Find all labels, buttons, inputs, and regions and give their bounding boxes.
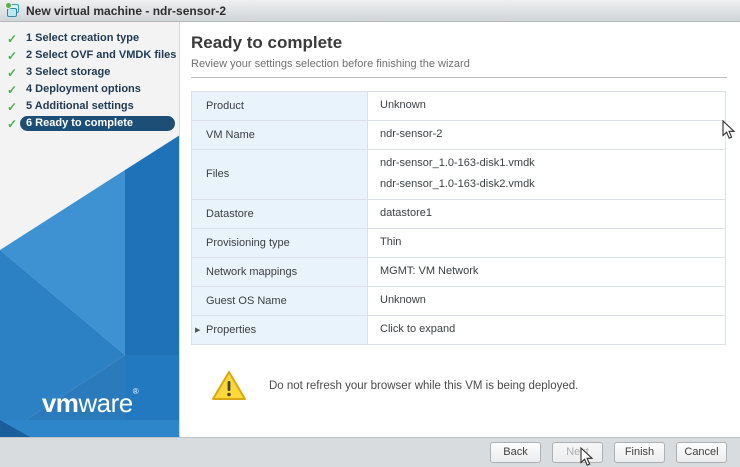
warning-icon bbox=[212, 371, 246, 400]
sidebar-step-6[interactable]: ✓ 6 Ready to complete bbox=[0, 115, 179, 132]
steps-list: ✓ 1 Select creation type ✓ 2 Select OVF and… bbox=[0, 22, 179, 132]
step-check-icon: ✓ bbox=[7, 48, 18, 63]
row-value: Unknown bbox=[380, 99, 426, 111]
table-row: Network mappings MGMT: VM Network bbox=[191, 257, 726, 287]
footer-bar: Back Next Finish Cancel bbox=[0, 437, 740, 467]
new-vm-wizard-window: New virtual machine - ndr-sensor-2 ✓ 1 Se… bbox=[0, 0, 740, 467]
vmware-logo-panel: vmware® bbox=[0, 132, 179, 437]
page-subtitle: Review your settings selection before fi… bbox=[191, 58, 470, 70]
page-title: Ready to complete bbox=[191, 33, 343, 52]
step-check-icon: ✓ bbox=[7, 99, 18, 114]
row-value-cell: ndr-sensor-2 bbox=[367, 120, 726, 150]
row-value-cell: Thin bbox=[367, 228, 726, 258]
row-value: ndr-sensor-2 bbox=[380, 128, 443, 140]
step-label: 3 Select storage bbox=[26, 66, 111, 78]
step-label: 6 Ready to complete bbox=[20, 116, 175, 131]
row-label-cell: Product bbox=[191, 91, 368, 121]
row-label-cell: Provisioning type bbox=[191, 228, 368, 258]
new-vm-icon bbox=[6, 2, 21, 18]
sidebar-step-5[interactable]: ✓ 5 Additional settings bbox=[0, 98, 179, 115]
back-button[interactable]: Back bbox=[490, 442, 541, 463]
row-label: Provisioning type bbox=[206, 236, 290, 249]
table-row: Product Unknown bbox=[191, 91, 726, 121]
table-row: Provisioning type Thin bbox=[191, 228, 726, 258]
table-row: VM Name ndr-sensor-2 bbox=[191, 120, 726, 150]
step-check-icon: ✓ bbox=[7, 65, 18, 80]
row-label: Datastore bbox=[206, 207, 254, 220]
row-value: MGMT: VM Network bbox=[380, 265, 479, 277]
row-label-cell: Network mappings bbox=[191, 257, 368, 287]
row-value: Thin bbox=[380, 236, 402, 248]
row-value: ndr-sensor_1.0-163-disk2.vmdk bbox=[380, 178, 535, 190]
sidebar-step-1[interactable]: ✓ 1 Select creation type bbox=[0, 30, 179, 47]
step-check-icon: ✓ bbox=[7, 116, 18, 131]
row-label: Files bbox=[206, 168, 230, 180]
step-label: 4 Deployment options bbox=[26, 83, 141, 95]
vmware-logo: vmware® bbox=[41, 387, 139, 418]
row-label-cell[interactable]: ▶ Properties bbox=[191, 315, 368, 345]
row-value-cell[interactable]: Click to expand bbox=[367, 315, 726, 345]
row-value-cell: MGMT: VM Network bbox=[367, 257, 726, 287]
table-row: Datastore datastore1 bbox=[191, 199, 726, 229]
table-row[interactable]: ▶ Properties Click to expand bbox=[191, 315, 726, 345]
row-label-cell: Files bbox=[191, 149, 368, 200]
window-title: New virtual machine - ndr-sensor-2 bbox=[26, 3, 227, 18]
row-label: Network mappings bbox=[206, 265, 298, 278]
wizard-buttons: Back Next Finish Cancel bbox=[490, 442, 727, 463]
sidebar-step-3[interactable]: ✓ 3 Select storage bbox=[0, 64, 179, 81]
row-value-cell: Unknown bbox=[367, 286, 726, 316]
titlebar: New virtual machine - ndr-sensor-2 bbox=[0, 0, 740, 22]
wizard-steps-sidebar: ✓ 1 Select creation type ✓ 2 Select OVF and… bbox=[0, 22, 180, 437]
table-row: Files ndr-sensor_1.0-163-disk1.vmdk ndr-se… bbox=[191, 149, 726, 200]
row-value: Unknown bbox=[380, 294, 426, 306]
row-value: ndr-sensor_1.0-163-disk1.vmdk bbox=[380, 157, 535, 169]
row-label: Product bbox=[206, 99, 244, 112]
row-label-cell: VM Name bbox=[191, 120, 368, 150]
step-label: 5 Additional settings bbox=[26, 100, 134, 112]
row-label-cell: Datastore bbox=[191, 199, 368, 229]
sidebar-step-2[interactable]: ✓ 2 Select OVF and VMDK files bbox=[0, 47, 179, 64]
row-value: datastore1 bbox=[380, 207, 432, 219]
settings-summary-table: Product Unknown VM Name ndr-sensor-2 Files nd… bbox=[191, 91, 726, 345]
row-value-cell: datastore1 bbox=[367, 199, 726, 229]
row-value-cell: Unknown bbox=[367, 91, 726, 121]
step-check-icon: ✓ bbox=[7, 31, 18, 46]
row-value-cell: ndr-sensor_1.0-163-disk1.vmdk ndr-sensor_… bbox=[367, 149, 726, 200]
deployment-warning: Do not refresh your browser while this V… bbox=[211, 370, 740, 402]
main-content: Ready to complete Review your settings s… bbox=[181, 22, 740, 437]
row-label-cell: Guest OS Name bbox=[191, 286, 368, 316]
table-row: Guest OS Name Unknown bbox=[191, 286, 726, 316]
divider bbox=[191, 77, 727, 78]
row-value: Click to expand bbox=[380, 323, 456, 335]
step-check-icon: ✓ bbox=[7, 82, 18, 97]
step-label: 2 Select OVF and VMDK files bbox=[26, 49, 177, 61]
row-label: VM Name bbox=[206, 128, 255, 141]
step-label: 1 Select creation type bbox=[26, 32, 140, 44]
expand-arrow-icon[interactable]: ▶ bbox=[195, 326, 200, 334]
finish-button[interactable]: Finish bbox=[614, 442, 665, 463]
next-button: Next bbox=[552, 442, 603, 463]
row-label: Properties bbox=[206, 323, 257, 336]
warning-text: Do not refresh your browser while this V… bbox=[269, 380, 579, 392]
sidebar-step-4[interactable]: ✓ 4 Deployment options bbox=[0, 81, 179, 98]
cancel-button[interactable]: Cancel bbox=[676, 442, 727, 463]
row-label: Guest OS Name bbox=[206, 294, 287, 307]
